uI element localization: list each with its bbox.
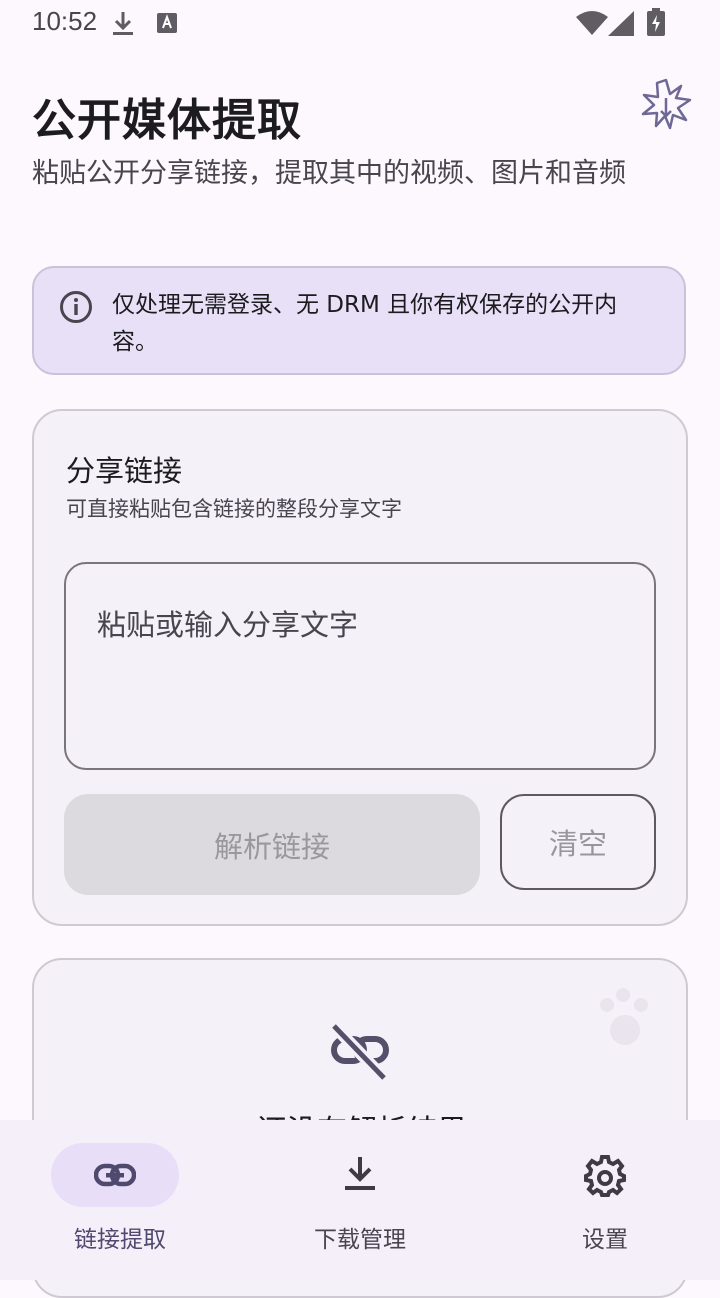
bottom-navigation: 链接提取 下载管理 设置 [0, 1120, 720, 1280]
notice-text: 仅处理无需登录、无 DRM 且你有权保存的公开内容。 [112, 292, 618, 355]
paw-icon [594, 988, 654, 1052]
status-bar: 10:52 [0, 0, 720, 48]
battery-charging-icon [647, 8, 665, 40]
nav-item-download-manager[interactable]: 下载管理 [240, 1120, 480, 1280]
download-icon [343, 1155, 377, 1197]
page-subtitle: 粘贴公开分享链接，提取其中的视频、图片和音频 [32, 158, 626, 189]
card-title: 分享链接 [66, 454, 183, 488]
info-icon [59, 290, 93, 328]
nav-item-link-extract[interactable]: 链接提取 [0, 1120, 240, 1280]
nav-item-settings[interactable]: 设置 [485, 1120, 720, 1280]
notice-banner: 仅处理无需登录、无 DRM 且你有权保存的公开内容。 [32, 266, 686, 375]
keyboard-notification-icon [157, 13, 177, 37]
status-time: 10:52 [32, 6, 98, 36]
sparkle-icon[interactable] [640, 78, 692, 134]
nav-label-settings: 设置 [582, 1227, 628, 1253]
nav-label-link-extract: 链接提取 [74, 1227, 166, 1253]
share-text-input[interactable]: 粘贴或输入分享文字 [64, 562, 656, 770]
link-icon [93, 1155, 137, 1199]
card-hint: 可直接粘贴包含链接的整段分享文字 [66, 497, 402, 521]
share-link-card: 分享链接 可直接粘贴包含链接的整段分享文字 粘贴或输入分享文字 解析链接 清空 [32, 409, 688, 926]
wifi-icon [576, 10, 608, 40]
share-input-placeholder: 粘贴或输入分享文字 [97, 608, 359, 642]
download-notification-icon [112, 10, 134, 42]
nav-label-download-manager: 下载管理 [314, 1227, 406, 1253]
page-title: 公开媒体提取 [32, 95, 302, 146]
cellular-signal-icon [608, 11, 634, 40]
gear-icon [584, 1155, 626, 1201]
parse-link-button[interactable]: 解析链接 [64, 794, 480, 895]
link-off-icon [328, 1021, 392, 1086]
clear-button[interactable]: 清空 [500, 794, 656, 890]
